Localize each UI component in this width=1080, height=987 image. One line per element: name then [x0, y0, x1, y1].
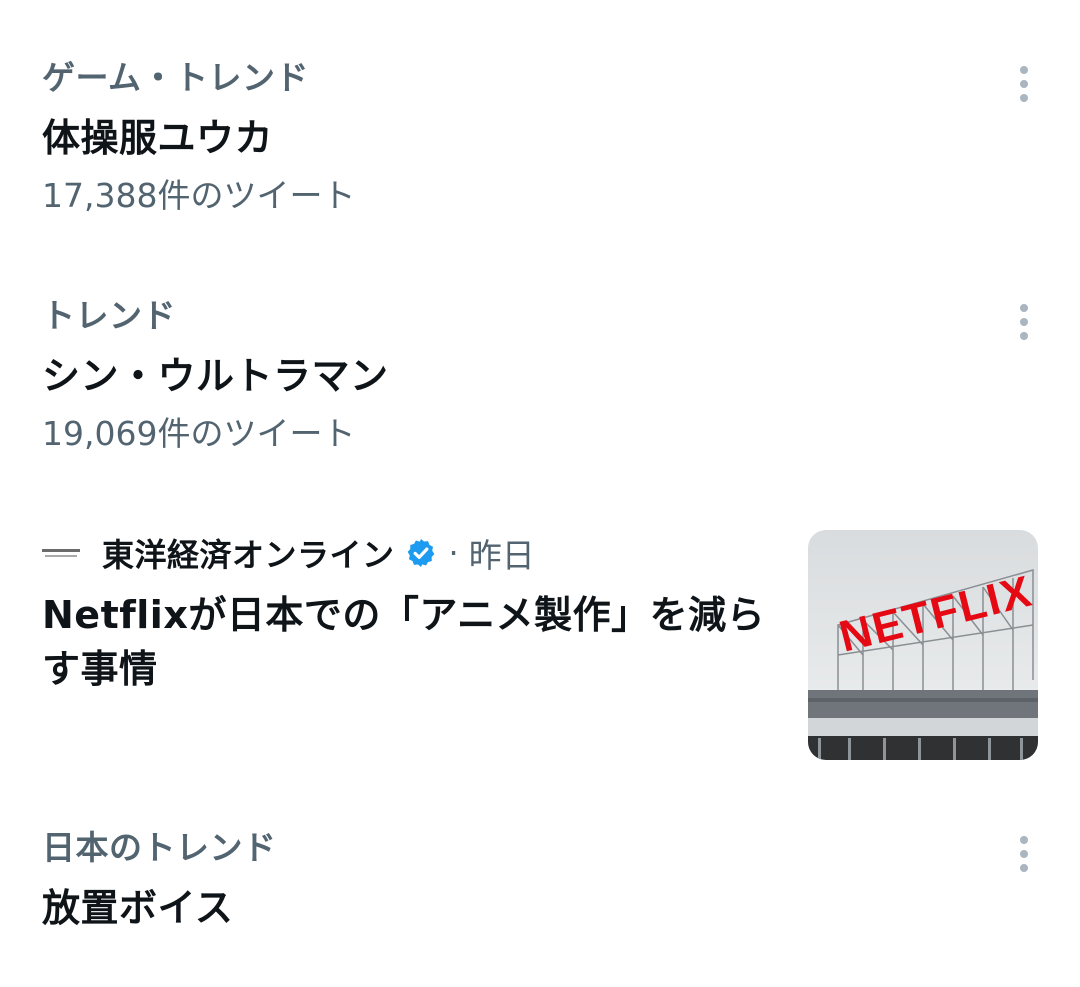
trend-item[interactable]: ゲーム・トレンド 体操服ユウカ 17,388件のツイート — [42, 58, 1038, 216]
trend-title: シン・ウルトラマン — [42, 354, 389, 398]
more-vertical-icon — [1020, 836, 1028, 844]
news-headline: Netflixが日本での「アニメ製作」を減らす事情 — [42, 593, 766, 691]
trend-context: 日本のトレンド — [42, 828, 277, 867]
trend-title: 体操服ユウカ — [42, 116, 274, 160]
trend-item[interactable]: トレンド シン・ウルトラマン 19,069件のツイート — [42, 296, 1038, 454]
more-options-button[interactable] — [1010, 64, 1038, 104]
trend-tweet-count: 19,069件のツイート — [42, 414, 356, 453]
more-options-button[interactable] — [1010, 302, 1038, 342]
netflix-building-image: NETFLIX — [808, 530, 1038, 760]
publisher-name: 東洋経済オンライン — [102, 536, 395, 574]
news-meta: 東洋経済オンライン · 昨日 — [42, 530, 535, 576]
trend-context: トレンド — [42, 296, 176, 335]
news-thumbnail: NETFLIX — [808, 530, 1038, 760]
more-options-button[interactable] — [1010, 834, 1038, 874]
trend-item[interactable]: 日本のトレンド 放置ボイス — [42, 828, 1038, 932]
trend-title: 放置ボイス — [42, 886, 234, 930]
trend-context: ゲーム・トレンド — [42, 58, 310, 97]
news-card[interactable]: 東洋経済オンライン · 昨日 Netflixが日本での「アニメ製作」を減らす事情 — [42, 530, 1038, 762]
trend-tweet-count: 17,388件のツイート — [42, 176, 356, 215]
news-timestamp: 昨日 — [468, 536, 535, 575]
more-vertical-icon — [1020, 304, 1028, 312]
verified-badge-icon — [407, 539, 434, 567]
publisher-logo-icon — [42, 543, 80, 563]
more-vertical-icon — [1020, 66, 1028, 74]
meta-separator: · — [448, 534, 459, 572]
